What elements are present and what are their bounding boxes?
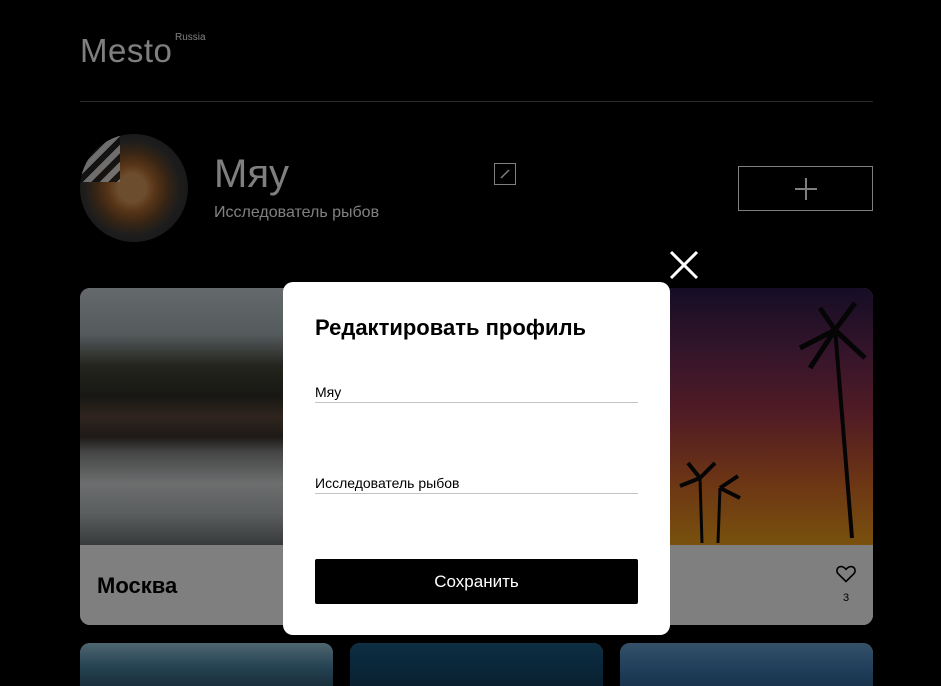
edit-profile-popup: Редактировать профиль Сохранить	[283, 282, 670, 635]
save-button[interactable]: Сохранить	[315, 559, 638, 604]
close-popup-button[interactable]	[668, 249, 700, 281]
close-icon	[669, 250, 699, 280]
name-input[interactable]	[315, 381, 638, 403]
popup-title: Редактировать профиль	[315, 315, 587, 340]
about-input[interactable]	[315, 472, 638, 494]
